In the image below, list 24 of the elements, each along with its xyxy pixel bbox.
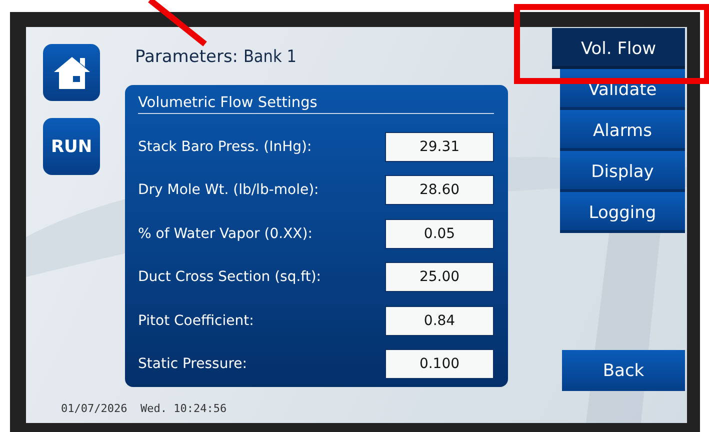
setting-label: Dry Mole Wt. (lb/lb-mole): [138,182,319,198]
panel-heading: Volumetric Flow Settings [138,95,494,114]
value-field[interactable]: 0.05 [385,218,494,249]
value-field[interactable]: 28.60 [385,175,494,206]
setting-label: Static Pressure: [138,356,247,372]
setting-label: Duct Cross Section (sq.ft): [138,269,322,286]
back-button[interactable]: Back [562,350,685,391]
annotation-line [148,0,207,46]
value-field[interactable]: 0.84 [385,306,494,336]
menu-tab[interactable]: Alarms [560,110,685,151]
menu-tab[interactable]: Logging [560,192,685,233]
value-field[interactable]: 29.31 [385,132,494,162]
date-time: 01/07/2026 Wed. 10:24:56 [61,402,227,415]
menu-tab[interactable]: Display [560,151,685,192]
home-button[interactable] [43,44,100,101]
setting-label: % of Water Vapor (0.XX): [138,226,312,242]
setting-label: Pitot Coefficient: [138,312,254,329]
setting-label: Stack Baro Press. (InHg): [138,138,312,155]
value-field[interactable]: 25.00 [385,262,494,292]
run-button[interactable]: RUN [43,118,100,175]
value-field[interactable]: 0.100 [385,349,494,380]
menu-tab[interactable]: Vol. Flow [552,28,685,69]
house-icon [52,54,90,90]
page-title: Parameters: Bank 1 [135,47,298,69]
